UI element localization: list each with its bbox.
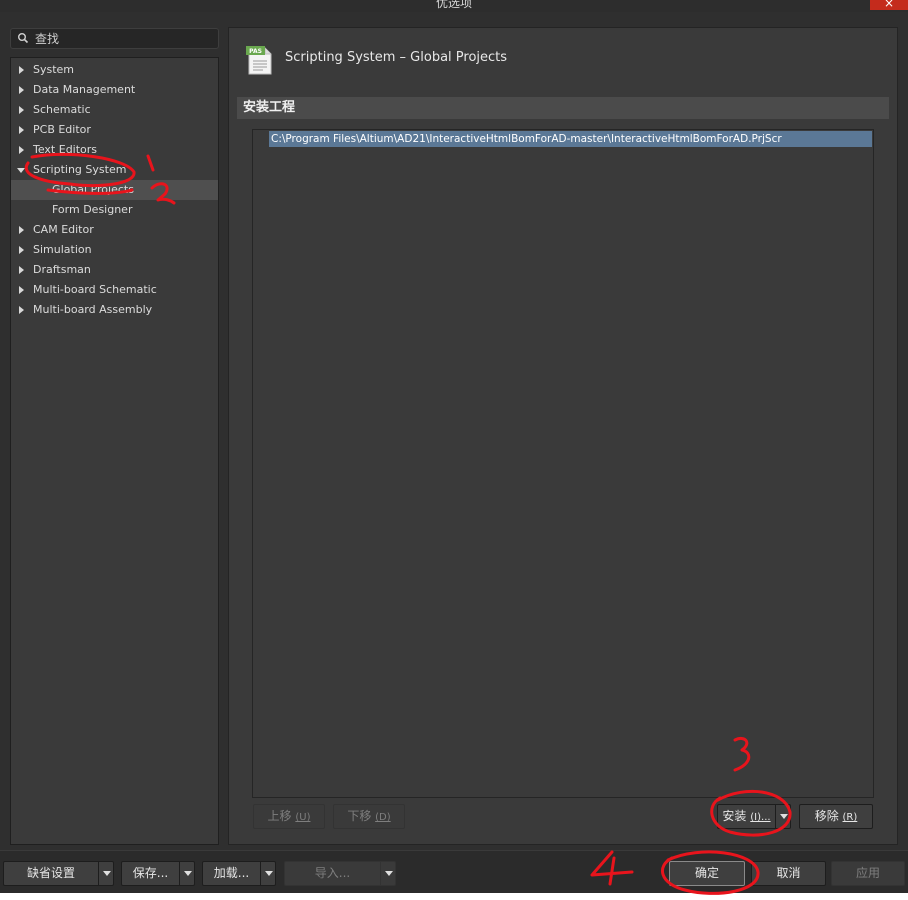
load-dropdown-arrow[interactable] [260,862,275,885]
defaults-dropdown-arrow[interactable] [98,862,113,885]
import-dropdown-arrow[interactable] [380,862,395,885]
tree-item-multi-board-assembly[interactable]: Multi-board Assembly [11,300,218,320]
settings-panel: PAS Scripting System – Global Projects 安… [228,27,898,845]
tree-item-pcb-editor[interactable]: PCB Editor [11,120,218,140]
expand-arrow-icon[interactable] [19,126,24,134]
window-title: 优选项 [435,0,472,10]
expand-arrow-icon[interactable] [19,226,24,234]
save-button[interactable]: 保存... [121,861,195,886]
search-icon [18,33,29,44]
tree-item-global-projects[interactable]: Global Projects [11,180,218,200]
title-bar: 优选项 × [0,0,908,12]
tree-item-system[interactable]: System [11,60,218,80]
dialog-footer: 缺省设置 保存... 加载... 导入... 确定 取消 应用 [0,850,908,893]
close-button[interactable]: × [870,0,908,10]
search-box[interactable] [10,28,219,49]
expand-arrow-icon[interactable] [19,146,24,154]
category-tree: System Data Management Schematic PCB Edi… [10,57,219,845]
install-button[interactable]: 安装 (I)... [717,804,791,829]
remove-button[interactable]: 移除 (R) [799,804,873,829]
tree-item-draftsman[interactable]: Draftsman [11,260,218,280]
apply-button[interactable]: 应用 [831,861,905,886]
expand-arrow-icon[interactable] [19,266,24,274]
load-button[interactable]: 加载... [202,861,276,886]
search-input[interactable] [35,30,215,47]
window-bottom-edge [0,893,908,900]
script-file-icon: PAS [246,46,272,75]
preferences-body: System Data Management Schematic PCB Edi… [0,12,908,850]
projects-list[interactable]: C:\Program Files\Altium\AD21\Interactive… [252,129,874,798]
move-down-button[interactable]: 下移 (D) [333,804,405,829]
save-dropdown-arrow[interactable] [179,862,194,885]
icon-label: PAS [249,48,262,55]
expand-arrow-icon[interactable] [19,246,24,254]
tree-item-data-management[interactable]: Data Management [11,80,218,100]
tree-item-multi-board-schematic[interactable]: Multi-board Schematic [11,280,218,300]
list-item[interactable]: C:\Program Files\Altium\AD21\Interactive… [269,131,872,147]
ok-button[interactable]: 确定 [669,861,745,886]
section-header: 安装工程 [237,97,889,119]
cancel-button[interactable]: 取消 [751,861,826,886]
tree-item-scripting-system[interactable]: Scripting System [11,160,218,180]
expand-arrow-icon[interactable] [19,86,24,94]
expand-arrow-icon[interactable] [19,66,24,74]
defaults-button[interactable]: 缺省设置 [3,861,114,886]
collapse-arrow-icon[interactable] [17,168,25,173]
tree-item-form-designer[interactable]: Form Designer [11,200,218,220]
page-title: Scripting System – Global Projects [285,50,508,65]
move-up-button[interactable]: 上移 (U) [253,804,325,829]
expand-arrow-icon[interactable] [19,306,24,314]
tree-item-simulation[interactable]: Simulation [11,240,218,260]
tree-item-text-editors[interactable]: Text Editors [11,140,218,160]
tree-item-schematic[interactable]: Schematic [11,100,218,120]
import-button[interactable]: 导入... [284,861,396,886]
install-dropdown-arrow[interactable] [775,805,790,828]
expand-arrow-icon[interactable] [19,106,24,114]
expand-arrow-icon[interactable] [19,286,24,294]
tree-item-cam-editor[interactable]: CAM Editor [11,220,218,240]
